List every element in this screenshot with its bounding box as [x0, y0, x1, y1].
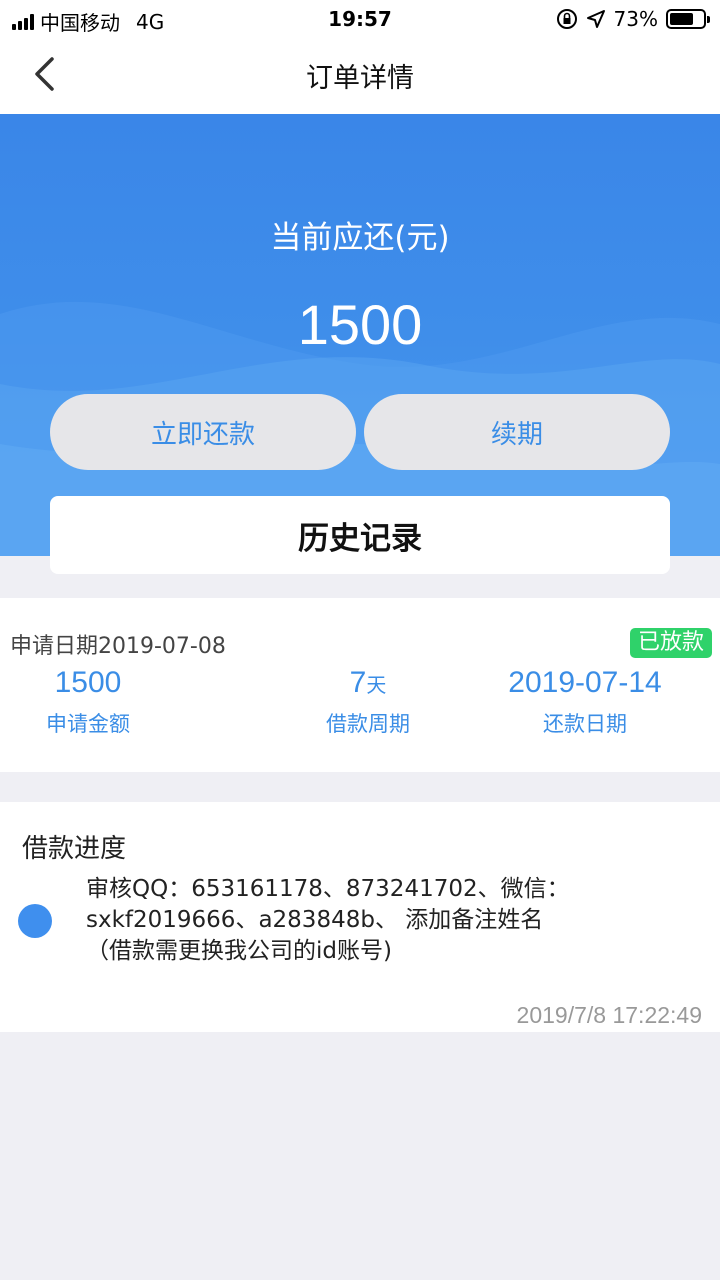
page-title: 订单详情	[306, 63, 414, 94]
current-due-amount: 1500	[297, 293, 423, 356]
pay-now-button[interactable]: 立即还款	[50, 394, 356, 470]
period-label: 借款周期	[326, 712, 410, 736]
progress-timestamp: 2019/7/8 17:22:49	[516, 1002, 702, 1028]
battery-icon	[666, 9, 710, 29]
order-summary-card: 申请日期2019-07-08 已放款 1500 申请金额 7天 借款周期 201…	[0, 598, 720, 772]
progress-message: 审核QQ：653161178、873241702、微信： sxkf2019666…	[86, 874, 706, 967]
current-due-label: 当前应还(元)	[270, 220, 450, 256]
stat-period: 7天 借款周期	[308, 666, 428, 738]
amount-value: 1500	[54, 666, 122, 699]
renew-button[interactable]: 续期	[364, 394, 670, 470]
stat-amount: 1500 申请金额	[28, 666, 148, 738]
amount-label: 申请金额	[46, 712, 130, 736]
status-right: 73%	[556, 7, 710, 31]
apply-date: 申请日期2019-07-08	[10, 634, 226, 659]
history-button[interactable]: 历史记录	[50, 496, 670, 574]
location-arrow-icon	[586, 10, 605, 28]
period-value-wrap: 7天	[308, 666, 428, 700]
due-date-value: 2019-07-14	[508, 666, 662, 699]
progress-title: 借款进度	[22, 834, 127, 864]
battery-fill	[670, 13, 694, 25]
progress-line-3: （借款需更换我公司的id账号)	[86, 938, 392, 964]
progress-dot-icon	[18, 904, 52, 938]
hero-panel: 当前应还(元) 1500 立即还款 续期	[0, 114, 720, 556]
status-badge: 已放款	[629, 628, 712, 658]
nav-bar: 订单详情	[0, 38, 720, 114]
stat-due-date: 2019-07-14 还款日期	[490, 666, 680, 738]
battery-percent: 73%	[613, 7, 658, 31]
loan-progress-card: 借款进度 审核QQ：653161178、873241702、微信： sxkf20…	[0, 802, 720, 1032]
orientation-lock-icon	[556, 9, 577, 29]
due-date-label: 还款日期	[543, 712, 627, 736]
progress-line-1: 审核QQ：653161178、873241702、微信：	[86, 876, 570, 902]
period-unit: 天	[366, 675, 387, 697]
status-bar: 中国移动 4G 19:57 73%	[0, 0, 720, 38]
progress-line-2: sxkf2019666、a283848b、 添加备注姓名	[86, 907, 544, 933]
period-value: 7	[349, 666, 367, 699]
